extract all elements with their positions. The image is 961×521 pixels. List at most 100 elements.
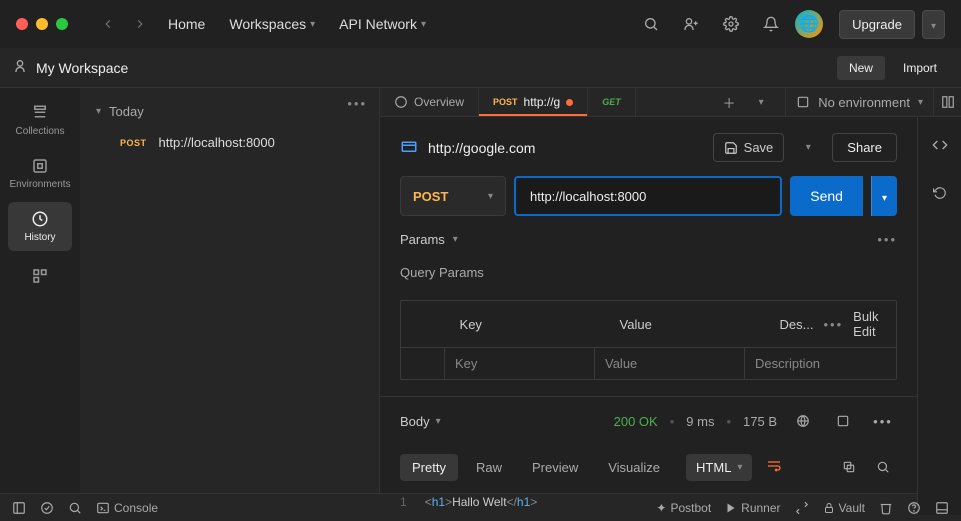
close-window[interactable]: [16, 18, 28, 30]
footer-layout-icon[interactable]: [935, 501, 949, 515]
tab-method-badge: POST: [493, 97, 518, 107]
footer-console[interactable]: Console: [96, 501, 158, 515]
view-raw[interactable]: Raw: [464, 454, 514, 481]
param-key-input[interactable]: Key: [445, 348, 595, 379]
query-params-label: Query Params: [400, 265, 897, 280]
response-body-tab[interactable]: Body▾: [400, 414, 441, 429]
refresh-icon[interactable]: [926, 179, 954, 207]
request-type-icon: [400, 137, 418, 158]
footer-capture-icon[interactable]: [795, 501, 809, 515]
save-label: Save: [744, 140, 774, 155]
unsaved-dot-icon: [566, 99, 573, 106]
col-value: Value: [620, 317, 770, 332]
minimize-window[interactable]: [36, 18, 48, 30]
footer-trash-icon[interactable]: [879, 501, 893, 515]
tab-get[interactable]: GET: [588, 88, 636, 116]
footer-find-icon[interactable]: [68, 501, 82, 515]
nav-home[interactable]: Home: [160, 12, 213, 36]
sidebar-rail: Collections Environments History: [0, 88, 80, 493]
footer-runner[interactable]: Runner: [725, 501, 780, 515]
tab-overview-label: Overview: [414, 95, 464, 109]
nav-forward[interactable]: [128, 12, 152, 36]
footer-sidebar-icon[interactable]: [12, 501, 26, 515]
new-button[interactable]: New: [837, 56, 885, 80]
history-group-today[interactable]: ▾ Today: [80, 96, 379, 127]
response-size: 175 B: [743, 414, 777, 429]
history-item[interactable]: POST http://localhost:8000: [80, 127, 379, 158]
history-panel-more-icon[interactable]: •••: [347, 96, 367, 111]
col-desc: Des...: [780, 317, 814, 332]
response-more-icon[interactable]: •••: [869, 407, 897, 435]
share-button[interactable]: Share: [832, 133, 897, 162]
maximize-window[interactable]: [56, 18, 68, 30]
send-dropdown[interactable]: ▾: [871, 176, 897, 216]
save-button[interactable]: Save: [713, 133, 785, 162]
code-snippet-icon[interactable]: [926, 131, 954, 159]
footer-sync-icon[interactable]: [40, 501, 54, 515]
footer-vault[interactable]: Vault: [823, 501, 865, 515]
view-preview[interactable]: Preview: [520, 454, 590, 481]
history-item-method: POST: [120, 138, 147, 148]
search-icon[interactable]: [635, 8, 667, 40]
method-select[interactable]: POST ▾: [400, 176, 506, 216]
params-tab[interactable]: Params: [400, 232, 445, 247]
request-title[interactable]: http://google.com: [428, 140, 703, 156]
bulk-edit-link[interactable]: ••• Bulk Edit: [824, 309, 887, 339]
response-bar: Body▾ 200 OK • 9 ms • 175 B •••: [380, 396, 917, 445]
send-button[interactable]: Send: [790, 176, 863, 216]
environment-select[interactable]: No environment ▾: [785, 88, 933, 116]
network-icon[interactable]: [789, 407, 817, 435]
upgrade-dropdown[interactable]: ▾: [922, 10, 945, 39]
footer-help-icon[interactable]: [907, 501, 921, 515]
params-table: Key Value Des... ••• Bulk Edit Key Value: [400, 300, 897, 380]
method-label: POST: [413, 189, 448, 204]
param-desc-input[interactable]: Description: [745, 348, 896, 379]
tab-request-label: http://g: [524, 95, 561, 109]
rail-history[interactable]: History: [8, 202, 72, 251]
more-icon: •••: [824, 317, 844, 332]
response-toolbar: Pretty Raw Preview Visualize HTML▾: [380, 445, 917, 489]
new-tab-button[interactable]: ＋: [715, 88, 743, 116]
content: Overview POST http://g GET ＋ ▾ No enviro…: [380, 88, 961, 493]
notifications-icon[interactable]: [755, 8, 787, 40]
upgrade-button[interactable]: Upgrade: [839, 10, 915, 39]
rail-history-label: History: [24, 232, 55, 243]
avatar[interactable]: 🌐: [795, 10, 823, 38]
nav-back[interactable]: [96, 12, 120, 36]
workspace-name[interactable]: My Workspace: [36, 60, 831, 76]
view-pretty[interactable]: Pretty: [400, 454, 458, 481]
copy-response-icon[interactable]: [835, 453, 863, 481]
titlebar: Home Workspaces▾ API Network▾ 🌐 Upgrade …: [0, 0, 961, 48]
env-quicklook-icon[interactable]: [933, 88, 961, 116]
url-input[interactable]: [514, 176, 782, 216]
history-item-url: http://localhost:8000: [159, 135, 275, 150]
nav-api-network[interactable]: API Network▾: [331, 12, 434, 36]
tab-request-active[interactable]: POST http://g: [479, 88, 588, 116]
window-controls: [16, 18, 68, 30]
import-button[interactable]: Import: [891, 56, 949, 80]
view-visualize[interactable]: Visualize: [596, 454, 672, 481]
params-more-icon[interactable]: •••: [877, 232, 897, 247]
settings-icon[interactable]: [715, 8, 747, 40]
rail-more[interactable]: [8, 259, 72, 293]
wrap-lines-icon[interactable]: [766, 458, 782, 477]
tabs-row: Overview POST http://g GET ＋ ▾ No enviro…: [380, 88, 961, 117]
param-value-input[interactable]: Value: [595, 348, 745, 379]
col-key: Key: [460, 317, 610, 332]
environment-label: No environment: [818, 95, 910, 110]
nav-workspaces[interactable]: Workspaces▾: [221, 12, 323, 36]
rail-collections-label: Collections: [16, 126, 65, 137]
rail-environments[interactable]: Environments: [8, 149, 72, 198]
rail-environments-label: Environments: [9, 179, 70, 190]
tab-overview[interactable]: Overview: [380, 88, 479, 116]
workspace-icon: [12, 58, 28, 77]
rail-collections[interactable]: Collections: [8, 96, 72, 145]
invite-icon[interactable]: [675, 8, 707, 40]
save-dropdown[interactable]: ▾: [794, 134, 822, 162]
tab-options[interactable]: ▾: [747, 88, 775, 116]
search-response-icon[interactable]: [869, 453, 897, 481]
save-response-icon[interactable]: [829, 407, 857, 435]
format-select[interactable]: HTML▾: [686, 454, 752, 481]
footer-postbot[interactable]: ✦ Postbot: [656, 501, 711, 515]
response-status: 200 OK: [614, 414, 658, 429]
